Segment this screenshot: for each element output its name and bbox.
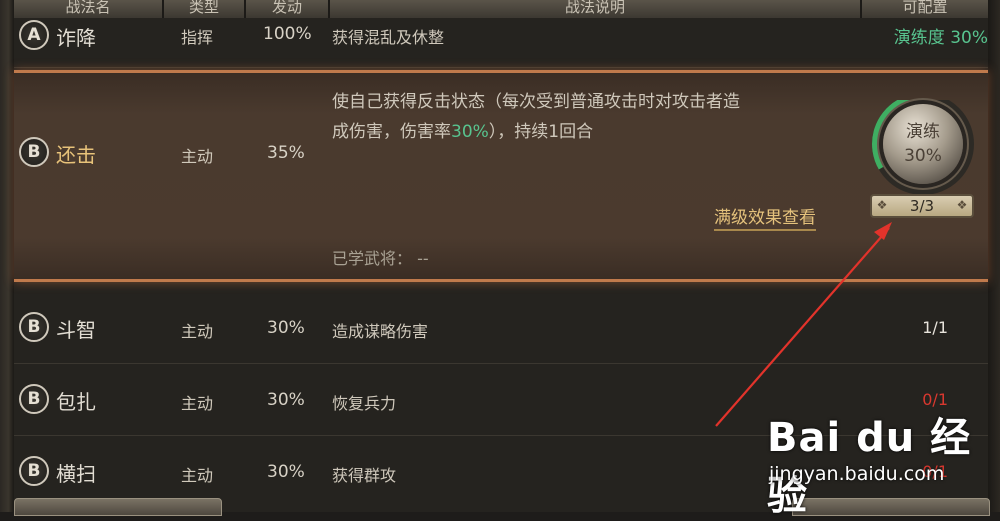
tactic-rate: 30%	[267, 390, 305, 410]
header-description: 战法说明	[330, 0, 862, 18]
table-row[interactable]: B 包扎 主动 30% 恢复兵力 0/1	[14, 364, 988, 436]
grade-badge: A	[19, 20, 49, 50]
grade-badge: B	[19, 456, 49, 486]
tactic-name: 包扎	[56, 390, 96, 414]
tactics-table: 战法名 类型 发动 战法说明 可配置 A 诈降 指挥 100% 获得混乱及休整 …	[14, 0, 990, 516]
tactic-type: 主动	[181, 466, 214, 485]
practice-orb-label: 演练	[906, 122, 940, 142]
learned-generals: 已学武将： --	[332, 249, 429, 268]
tactic-description: 恢复兵力	[332, 394, 397, 413]
tactic-name: 还击	[56, 143, 96, 167]
tactic-type: 主动	[181, 322, 214, 341]
damage-rate-highlight: 30%	[451, 122, 489, 142]
table-header: 战法名 类型 发动 战法说明 可配置	[14, 0, 988, 18]
tactic-description-line1: 使自己获得反击状态（每次受到普通攻击时对攻击者造	[332, 92, 740, 112]
tactic-type: 主动	[181, 147, 214, 166]
tactic-config: 0/1	[922, 390, 948, 409]
tactic-rate: 35%	[267, 143, 305, 163]
tactic-config: 0/1	[922, 462, 948, 481]
table-row[interactable]: B 横扫 主动 30% 获得群攻 0/1	[14, 436, 988, 496]
table-row[interactable]: A 诈降 指挥 100% 获得混乱及休整 演练度 30%	[14, 18, 988, 68]
header-configurable: 可配置	[862, 0, 988, 18]
header-type: 类型	[164, 0, 246, 18]
tactic-name: 诈降	[56, 26, 96, 50]
right-frame	[988, 0, 1000, 512]
practice-counter: ❖ 3/3 ❖	[870, 194, 974, 218]
tactic-description: 获得群攻	[332, 466, 397, 485]
tactic-config: 演练度 30%	[893, 28, 988, 48]
tactic-config: 1/1	[922, 318, 948, 337]
tactic-name: 斗智	[56, 318, 96, 342]
practice-orb-value: 30%	[904, 146, 942, 166]
full-effect-link[interactable]: 满级效果查看	[714, 203, 816, 231]
left-frame	[0, 0, 14, 512]
grade-badge: B	[19, 137, 49, 167]
bottom-left-button[interactable]	[14, 498, 222, 516]
tactic-name: 横扫	[56, 462, 96, 486]
grade-badge: B	[19, 384, 49, 414]
grade-badge: B	[19, 312, 49, 342]
tactic-description: 造成谋略伤害	[332, 322, 429, 341]
header-trigger-rate: 发动	[246, 0, 330, 18]
tactic-rate: 30%	[267, 462, 305, 482]
table-row-selected[interactable]: B 还击 主动 35% 使自己获得反击状态（每次受到普通攻击时对攻击者造 成伤害…	[14, 70, 988, 282]
practice-orb-widget[interactable]: 演练 30% ❖ 3/3 ❖	[866, 100, 976, 220]
tactic-description-line2: 成伤害，伤害率30%），持续1回合	[332, 122, 594, 142]
scroll-right-icon: ❖	[956, 198, 968, 212]
bottom-right-button[interactable]	[792, 498, 990, 516]
tactic-rate: 30%	[267, 318, 305, 338]
tactic-rate: 100%	[263, 24, 312, 44]
header-tactic-name: 战法名	[14, 0, 164, 18]
table-row[interactable]: B 斗智 主动 30% 造成谋略伤害 1/1	[14, 292, 988, 364]
tactic-type: 主动	[181, 394, 214, 413]
tactic-description: 获得混乱及休整	[332, 28, 445, 47]
scroll-left-icon: ❖	[876, 198, 888, 212]
tactic-type: 指挥	[181, 28, 214, 47]
practice-orb[interactable]: 演练 30%	[883, 104, 963, 184]
